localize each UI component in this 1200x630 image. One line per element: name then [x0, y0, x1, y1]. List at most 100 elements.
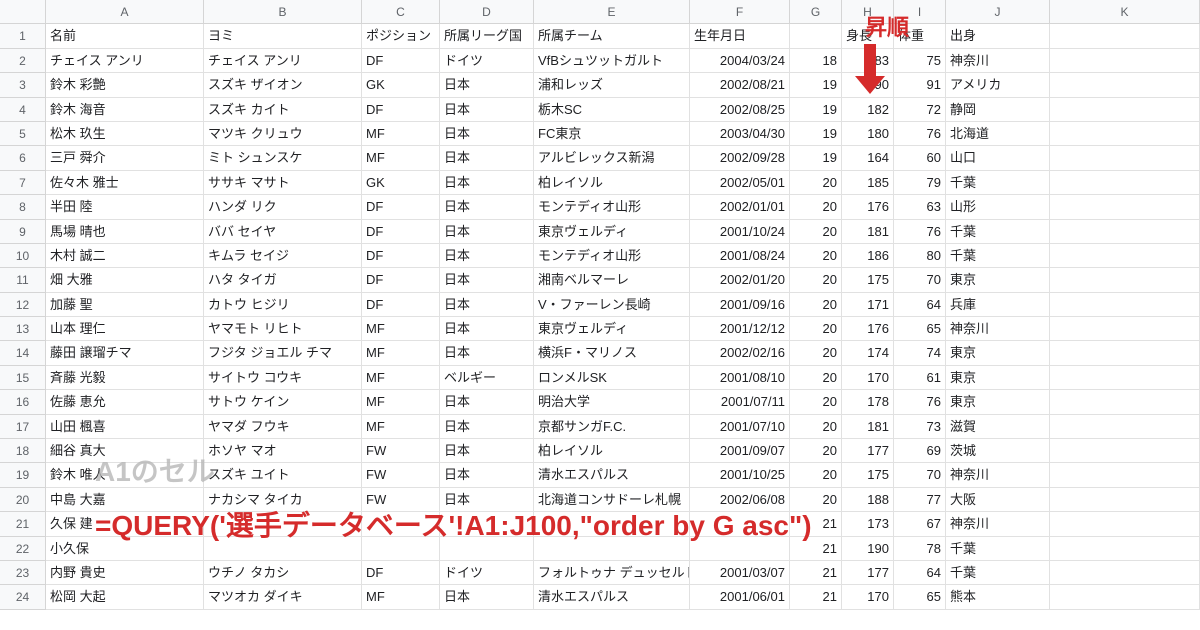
- data-cell[interactable]: 65: [894, 317, 946, 341]
- data-cell[interactable]: 佐々木 雅士: [46, 171, 204, 195]
- data-cell[interactable]: 79: [894, 171, 946, 195]
- data-cell[interactable]: MF: [362, 585, 440, 609]
- corner-cell[interactable]: [0, 0, 46, 24]
- data-cell[interactable]: 19: [790, 73, 842, 97]
- data-cell[interactable]: [1050, 341, 1200, 365]
- row-header[interactable]: 2: [0, 49, 46, 73]
- data-cell[interactable]: 177: [842, 561, 894, 585]
- row-header[interactable]: 21: [0, 512, 46, 536]
- data-cell[interactable]: ババ セイヤ: [204, 220, 362, 244]
- data-cell[interactable]: [1050, 220, 1200, 244]
- data-cell[interactable]: FW: [362, 463, 440, 487]
- col-header-G[interactable]: G: [790, 0, 842, 24]
- data-cell[interactable]: 静岡: [946, 98, 1050, 122]
- data-cell[interactable]: 千葉: [946, 171, 1050, 195]
- data-cell[interactable]: 170: [842, 585, 894, 609]
- data-cell[interactable]: スズキ ユイト: [204, 463, 362, 487]
- data-cell[interactable]: 東京: [946, 366, 1050, 390]
- data-cell[interactable]: 178: [842, 390, 894, 414]
- data-cell[interactable]: 日本: [440, 98, 534, 122]
- data-cell[interactable]: 170: [842, 366, 894, 390]
- data-cell[interactable]: [362, 537, 440, 561]
- data-cell[interactable]: 2002/05/01: [690, 171, 790, 195]
- data-cell[interactable]: 山口: [946, 146, 1050, 170]
- header-cell[interactable]: 身長: [842, 24, 894, 48]
- data-cell[interactable]: 19: [790, 98, 842, 122]
- data-cell[interactable]: 山形: [946, 195, 1050, 219]
- row-header[interactable]: 13: [0, 317, 46, 341]
- data-cell[interactable]: MF: [362, 317, 440, 341]
- data-cell[interactable]: 164: [842, 146, 894, 170]
- data-cell[interactable]: 木村 誠二: [46, 244, 204, 268]
- col-header-A[interactable]: A: [46, 0, 204, 24]
- data-cell[interactable]: ベルギー: [440, 366, 534, 390]
- header-cell[interactable]: ポジション: [362, 24, 440, 48]
- row-header[interactable]: 4: [0, 98, 46, 122]
- data-cell[interactable]: 72: [894, 98, 946, 122]
- data-cell[interactable]: 190: [842, 537, 894, 561]
- data-cell[interactable]: [534, 512, 690, 536]
- row-header[interactable]: 10: [0, 244, 46, 268]
- data-cell[interactable]: MF: [362, 366, 440, 390]
- data-cell[interactable]: 60: [894, 146, 946, 170]
- data-cell[interactable]: 21: [790, 585, 842, 609]
- data-cell[interactable]: 20: [790, 366, 842, 390]
- data-cell[interactable]: 181: [842, 220, 894, 244]
- data-cell[interactable]: 東京: [946, 341, 1050, 365]
- data-cell[interactable]: 鈴木 彩艶: [46, 73, 204, 97]
- data-cell[interactable]: [690, 537, 790, 561]
- data-cell[interactable]: 日本: [440, 195, 534, 219]
- header-cell[interactable]: 名前: [46, 24, 204, 48]
- data-cell[interactable]: 20: [790, 268, 842, 292]
- row-header[interactable]: 7: [0, 171, 46, 195]
- data-cell[interactable]: 75: [894, 49, 946, 73]
- header-cell[interactable]: 出身: [946, 24, 1050, 48]
- data-cell[interactable]: 177: [842, 439, 894, 463]
- data-cell[interactable]: 74: [894, 341, 946, 365]
- data-cell[interactable]: 20: [790, 390, 842, 414]
- header-cell[interactable]: [1050, 24, 1200, 48]
- header-cell[interactable]: [790, 24, 842, 48]
- data-cell[interactable]: 神奈川: [946, 463, 1050, 487]
- data-cell[interactable]: ドイツ: [440, 561, 534, 585]
- data-cell[interactable]: 2001/08/10: [690, 366, 790, 390]
- data-cell[interactable]: 松岡 大起: [46, 585, 204, 609]
- data-cell[interactable]: 19: [790, 146, 842, 170]
- data-cell[interactable]: ロンメルSK: [534, 366, 690, 390]
- data-cell[interactable]: 20: [790, 488, 842, 512]
- data-cell[interactable]: 神奈川: [946, 49, 1050, 73]
- data-cell[interactable]: DF: [362, 195, 440, 219]
- data-cell[interactable]: 182: [842, 98, 894, 122]
- data-cell[interactable]: 千葉: [946, 220, 1050, 244]
- data-cell[interactable]: 20: [790, 244, 842, 268]
- data-cell[interactable]: 日本: [440, 268, 534, 292]
- data-cell[interactable]: 小久保: [46, 537, 204, 561]
- col-header-B[interactable]: B: [204, 0, 362, 24]
- data-cell[interactable]: [1050, 366, 1200, 390]
- data-cell[interactable]: ドイツ: [440, 49, 534, 73]
- data-cell[interactable]: DF: [362, 220, 440, 244]
- data-cell[interactable]: 藤田 譲瑠チマ: [46, 341, 204, 365]
- data-cell[interactable]: 80: [894, 244, 946, 268]
- col-header-D[interactable]: D: [440, 0, 534, 24]
- data-cell[interactable]: チェイス アンリ: [204, 49, 362, 73]
- data-cell[interactable]: [1050, 488, 1200, 512]
- data-cell[interactable]: 日本: [440, 585, 534, 609]
- data-cell[interactable]: 日本: [440, 390, 534, 414]
- data-cell[interactable]: 2001/08/24: [690, 244, 790, 268]
- row-header[interactable]: 9: [0, 220, 46, 244]
- data-cell[interactable]: MF: [362, 415, 440, 439]
- data-cell[interactable]: 2002/01/20: [690, 268, 790, 292]
- data-cell[interactable]: 日本: [440, 146, 534, 170]
- data-cell[interactable]: 2001/03/07: [690, 561, 790, 585]
- col-header-H[interactable]: H: [842, 0, 894, 24]
- data-cell[interactable]: 20: [790, 341, 842, 365]
- data-cell[interactable]: 内野 貴史: [46, 561, 204, 585]
- data-cell[interactable]: フジタ ジョエル チマ: [204, 341, 362, 365]
- data-cell[interactable]: 19: [790, 122, 842, 146]
- data-cell[interactable]: 佐藤 恵允: [46, 390, 204, 414]
- row-header[interactable]: 11: [0, 268, 46, 292]
- data-cell[interactable]: 174: [842, 341, 894, 365]
- data-cell[interactable]: [1050, 146, 1200, 170]
- row-header[interactable]: 20: [0, 488, 46, 512]
